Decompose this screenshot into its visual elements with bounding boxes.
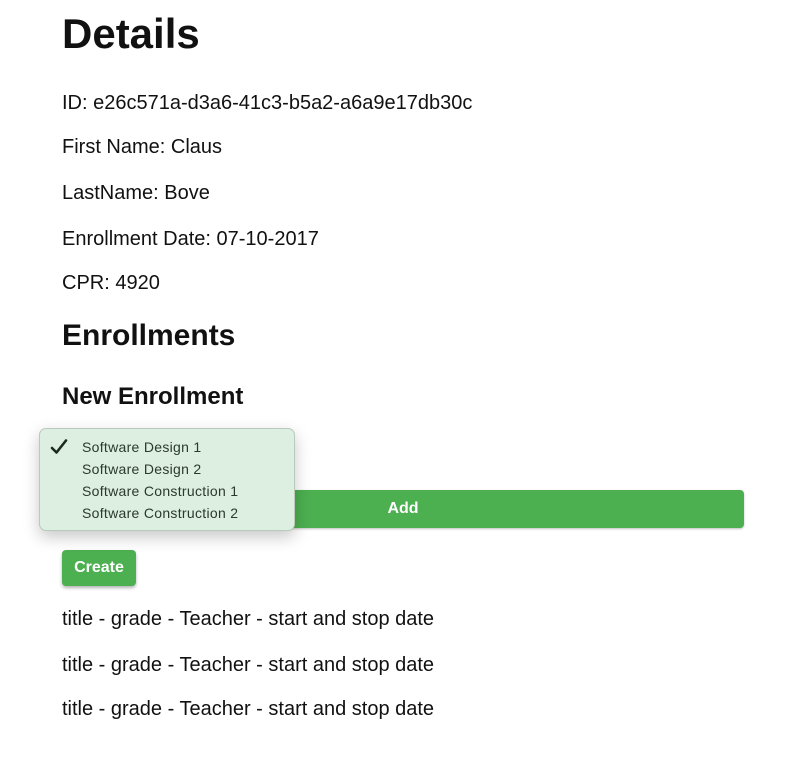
enrollment-list-item: title - grade - Teacher - start and stop… (62, 608, 435, 630)
page-title: Details (62, 10, 200, 57)
enrollments-heading: Enrollments (62, 319, 236, 352)
detail-cpr: CPR: 4920 (62, 272, 160, 294)
detail-id: ID: e26c571a-d3a6-41c3-b5a2-a6a9e17db30c (62, 92, 473, 114)
course-select-dropdown[interactable]: Software Design 1 Software Design 2 Soft… (39, 428, 295, 531)
check-icon (50, 439, 68, 454)
dropdown-option[interactable]: Software Design 2 (82, 460, 202, 478)
dropdown-option[interactable]: Software Construction 2 (82, 504, 238, 522)
details-page: Details ID: e26c571a-d3a6-41c3-b5a2-a6a9… (0, 0, 800, 780)
new-enrollment-heading: New Enrollment (62, 383, 244, 410)
dropdown-option[interactable]: Software Construction 1 (82, 482, 238, 500)
detail-first-name: First Name: Claus (62, 136, 223, 158)
detail-last-name: LastName: Bove (62, 182, 210, 204)
enrollment-list-item: title - grade - Teacher - start and stop… (62, 698, 435, 720)
create-button[interactable]: Create (62, 550, 136, 586)
enrollment-list-item: title - grade - Teacher - start and stop… (62, 654, 435, 676)
dropdown-option-selected[interactable]: Software Design 1 (82, 438, 202, 456)
detail-enrollment-date: Enrollment Date: 07-10-2017 (62, 228, 319, 250)
